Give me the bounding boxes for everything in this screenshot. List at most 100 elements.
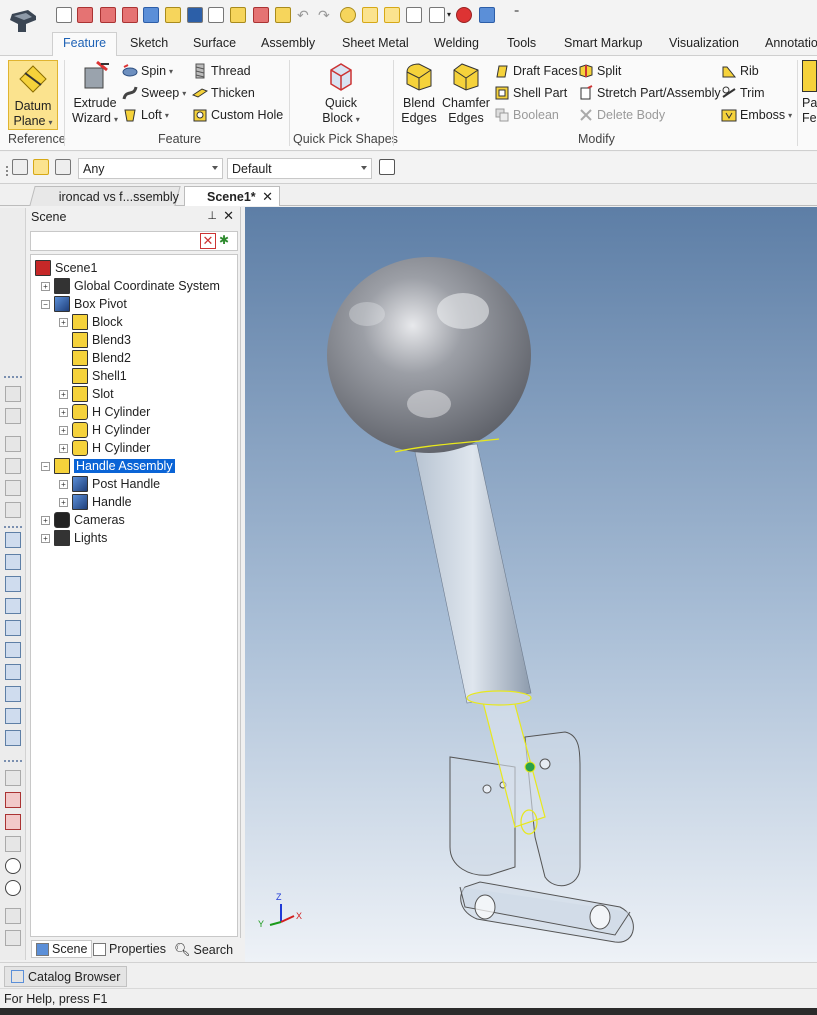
collapse-icon[interactable]: −	[41, 461, 50, 471]
scene-filter-input[interactable]: ✕ ✱	[30, 231, 238, 251]
tree-item[interactable]: Blend2	[59, 349, 131, 367]
tab-search[interactable]: 🔍︎ Search	[174, 942, 233, 958]
tree-item[interactable]: Scene1	[35, 259, 97, 277]
rib-button[interactable]: Rib	[721, 61, 759, 81]
pick-icon[interactable]	[12, 159, 28, 175]
triball-icon[interactable]	[362, 7, 378, 23]
view-tool-icon[interactable]	[5, 408, 21, 424]
thread-button[interactable]: Thread	[192, 61, 251, 81]
tree-item[interactable]: + Slot	[59, 385, 114, 403]
select-arrow-icon[interactable]	[33, 159, 49, 175]
catalog-browser-button[interactable]: Catalog Browser	[4, 966, 128, 987]
open-folder-icon[interactable]	[165, 7, 181, 23]
text-annotation-icon[interactable]	[5, 908, 21, 924]
view-tool-icon[interactable]	[5, 386, 21, 402]
loft-button[interactable]: Loft ▾	[122, 105, 169, 125]
undo-icon[interactable]: ↶	[297, 7, 309, 24]
view-right-icon[interactable]	[5, 598, 21, 614]
pin-icon[interactable]: ⊥	[207, 209, 217, 222]
tree-item[interactable]: + Global Coordinate System	[41, 277, 220, 295]
stretch-part-button[interactable]: Stretch Part/Assembly	[578, 83, 721, 103]
new-drawing-icon[interactable]	[100, 7, 116, 23]
view-iso-icon[interactable]	[5, 664, 21, 680]
chevron-down-icon[interactable]: ▾	[447, 10, 451, 19]
tab-welding[interactable]: Welding	[434, 36, 479, 50]
extrude-wizard-button[interactable]: Extrude Wizard ▾	[70, 60, 120, 127]
tab-scene[interactable]: Scene	[31, 940, 93, 958]
blend-edges-button[interactable]: Blend Edges	[398, 60, 440, 126]
datum-plane-button[interactable]: Datum Plane ▾	[8, 60, 58, 130]
quick-block-button[interactable]: Quick Block ▾	[316, 60, 366, 127]
hierarchy-icon[interactable]	[379, 159, 395, 175]
view-iso-icon[interactable]	[5, 686, 21, 702]
tree-item[interactable]: − Handle Assembly	[41, 457, 175, 475]
angle-icon[interactable]	[5, 836, 21, 852]
copy-view-icon[interactable]	[429, 7, 445, 23]
draft-faces-button[interactable]: Draft Faces	[494, 61, 578, 81]
smart-snap-icon[interactable]	[340, 7, 356, 23]
new-file-icon[interactable]	[56, 7, 72, 23]
collapse-icon[interactable]: −	[41, 299, 50, 309]
dimension-icon[interactable]	[5, 792, 21, 808]
view-iso-icon[interactable]	[5, 730, 21, 746]
emboss-button[interactable]: Emboss ▾	[721, 105, 792, 125]
tree-item[interactable]: + H Cylinder	[59, 403, 150, 421]
tab-surface[interactable]: Surface	[193, 36, 236, 50]
save-as-icon[interactable]	[208, 7, 224, 23]
tab-feature[interactable]: Feature	[52, 32, 118, 57]
diameter-icon[interactable]	[5, 880, 21, 896]
expand-icon[interactable]: +	[41, 515, 50, 525]
expand-icon[interactable]: +	[59, 425, 68, 435]
view-tool-icon[interactable]	[5, 480, 21, 496]
view-bottom-icon[interactable]	[5, 642, 21, 658]
expand-icon[interactable]: +	[59, 497, 68, 507]
tab-annotation[interactable]: Annotatio	[765, 36, 817, 50]
tab-assembly[interactable]: Assembly	[261, 36, 315, 50]
view-front-icon[interactable]	[5, 532, 21, 548]
view-tool-icon[interactable]	[5, 436, 21, 452]
tab-tools[interactable]: Tools	[507, 36, 536, 50]
handle-shaft[interactable]	[414, 443, 532, 704]
thicken-button[interactable]: Thicken	[192, 83, 255, 103]
tab-sketch[interactable]: Sketch	[130, 36, 168, 50]
annotation-icon[interactable]	[5, 930, 21, 946]
boolean-button[interactable]: Boolean	[494, 105, 559, 125]
tab-visualization[interactable]: Visualization	[669, 36, 739, 50]
split-button[interactable]: Split	[578, 61, 621, 81]
tree-item[interactable]: + H Cylinder	[59, 439, 150, 457]
list-view-icon[interactable]	[406, 7, 422, 23]
view-iso-icon[interactable]	[5, 708, 21, 724]
insert-part-icon[interactable]	[253, 7, 269, 23]
select-box-icon[interactable]	[55, 159, 71, 175]
move-icon[interactable]	[275, 7, 291, 23]
3d-viewport[interactable]: Z Y X	[245, 207, 817, 962]
tree-item[interactable]: Blend3	[59, 331, 131, 349]
dimension-icon[interactable]	[5, 814, 21, 830]
tree-item[interactable]: + Block	[59, 313, 123, 331]
tab-sheet-metal[interactable]: Sheet Metal	[342, 36, 409, 50]
new-sheet-icon[interactable]	[122, 7, 138, 23]
delete-body-button[interactable]: Delete Body	[578, 105, 665, 125]
view-tool-icon[interactable]	[5, 502, 21, 518]
scene-tree[interactable]: Scene1 + Global Coordinate System − Box Pivo…	[30, 254, 238, 937]
part-feature-overflow-button[interactable]: Pa Fe	[802, 60, 817, 126]
expand-icon[interactable]: +	[59, 317, 68, 327]
intellishape-icon[interactable]	[384, 7, 400, 23]
box-pivot-part[interactable]	[449, 731, 634, 943]
new-scene-icon[interactable]	[77, 7, 93, 23]
tree-item[interactable]: + H Cylinder	[59, 421, 150, 439]
radius-icon[interactable]	[5, 858, 21, 874]
3d-model-render[interactable]: Z Y X	[245, 207, 817, 962]
view-top-icon[interactable]	[5, 620, 21, 636]
tree-item[interactable]: + Post Handle	[59, 475, 160, 493]
save-icon[interactable]	[187, 7, 203, 23]
view-left-icon[interactable]	[5, 576, 21, 592]
spin-button[interactable]: Spin ▾	[122, 61, 173, 81]
batch-icon[interactable]	[230, 7, 246, 23]
custom-hole-button[interactable]: Custom Hole	[192, 105, 283, 125]
measure-icon[interactable]	[5, 770, 21, 786]
doc-tab-scene1[interactable]: Scene1* ✕	[184, 186, 280, 206]
close-tab-icon[interactable]: ✕	[262, 189, 273, 205]
tab-smart-markup[interactable]: Smart Markup	[564, 36, 643, 50]
trim-button[interactable]: Trim	[721, 83, 765, 103]
